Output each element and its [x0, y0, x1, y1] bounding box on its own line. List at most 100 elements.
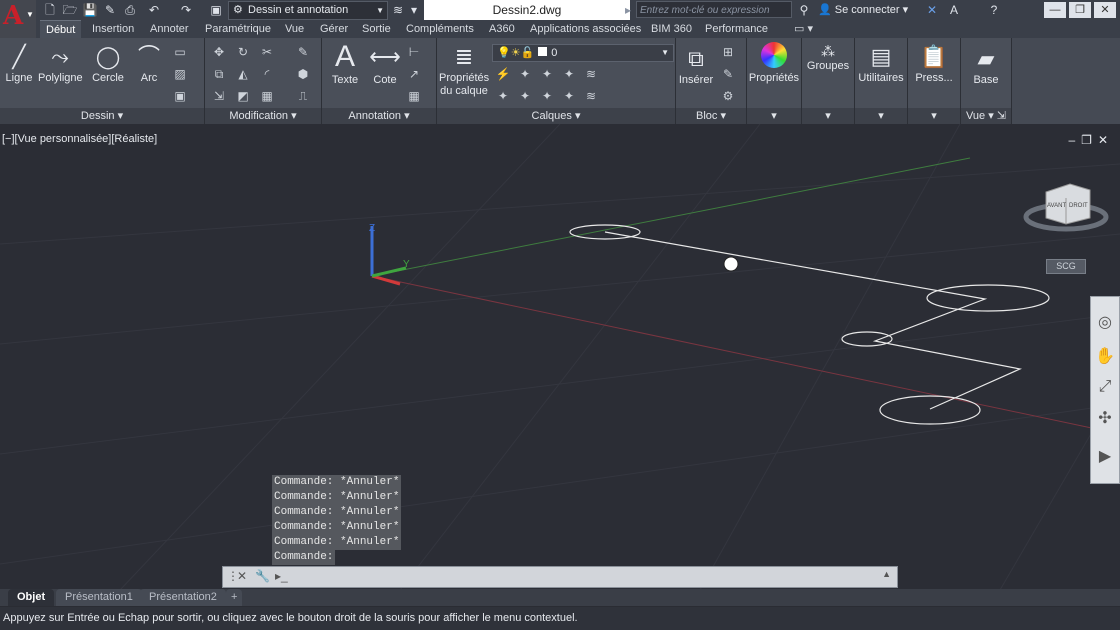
- layer-properties-tool[interactable]: ≣ Propriétés du calque: [439, 42, 489, 98]
- help-icon[interactable]: ?: [986, 2, 1002, 18]
- viewcube[interactable]: AVANT DROIT: [1023, 183, 1109, 232]
- linear-dim-icon[interactable]: ⊢: [406, 44, 422, 60]
- open-folder-icon[interactable]: 🗁: [62, 2, 78, 18]
- circle-tool[interactable]: ◯ Cercle: [90, 42, 126, 84]
- share-icon[interactable]: ▣: [208, 2, 224, 18]
- text-tool[interactable]: A Texte: [328, 40, 362, 86]
- customize-icon[interactable]: ▾: [406, 2, 422, 18]
- command-prompt-icon[interactable]: ▸_: [275, 569, 288, 583]
- minimize-icon[interactable]: –: [1068, 133, 1081, 147]
- polyline-tool[interactable]: ⤳ Polyligne: [38, 42, 83, 84]
- new-file-icon[interactable]: 🗋: [42, 2, 58, 18]
- tab-complements[interactable]: Compléments: [406, 20, 474, 38]
- wrench-icon[interactable]: 🔧: [255, 569, 270, 583]
- workspace-selector[interactable]: ⚙ Dessin et annotation ▼: [228, 1, 388, 20]
- panel-title-modification[interactable]: Modification ▾: [205, 108, 321, 124]
- tab-applications-associees[interactable]: Applications associées: [530, 20, 641, 38]
- layer-tool-icon[interactable]: ✦: [561, 88, 577, 104]
- explode-icon[interactable]: ⬢: [295, 66, 311, 82]
- layer-toolbar-icon[interactable]: ≋: [390, 2, 406, 18]
- utilities-tool[interactable]: ▤ Utilitaires: [855, 42, 907, 84]
- edit-block-icon[interactable]: ✎: [720, 66, 736, 82]
- panel-expand-groupes[interactable]: ▾: [802, 108, 854, 124]
- layer-tool-icon[interactable]: ≋: [583, 88, 599, 104]
- drawing-viewport[interactable]: Z Y AVANT DROIT: [0, 124, 1120, 590]
- panel-expand-proprietes[interactable]: ▾: [747, 108, 801, 124]
- tab-vue[interactable]: Vue: [285, 20, 304, 38]
- layer-tool-icon[interactable]: ✦: [495, 88, 511, 104]
- rectangle-icon[interactable]: ▭: [172, 44, 188, 60]
- groups-tool[interactable]: ⁂ Groupes: [802, 42, 854, 72]
- close-icon[interactable]: ✕: [1098, 133, 1114, 147]
- layer-tool-icon[interactable]: ✦: [539, 66, 555, 82]
- arc-tool[interactable]: ⌒ Arc: [134, 42, 164, 84]
- application-menu-button[interactable]: A ▼: [0, 0, 36, 38]
- search-input[interactable]: Entrez mot-clé ou expression: [636, 1, 792, 18]
- base-view-tool[interactable]: ▰ Base: [961, 44, 1011, 86]
- panel-expand-utilitaires[interactable]: ▾: [855, 108, 907, 124]
- insert-block-tool[interactable]: ⧉ Insérer: [678, 44, 714, 86]
- tab-parametrique[interactable]: Paramétrique: [205, 20, 271, 38]
- mirror-icon[interactable]: ◭: [235, 66, 251, 82]
- a360-icon[interactable]: A: [946, 2, 962, 18]
- line-tool[interactable]: ╱ Ligne: [4, 42, 34, 84]
- undo-icon[interactable]: ↶: [146, 2, 162, 18]
- tab-sortie[interactable]: Sortie: [362, 20, 391, 38]
- save-icon[interactable]: 💾: [82, 2, 98, 18]
- panel-title-vue[interactable]: Vue ▾ ⇲: [961, 108, 1011, 124]
- layer-tool-icon[interactable]: ✦: [561, 66, 577, 82]
- tab-debut[interactable]: Début: [40, 20, 82, 39]
- zoom-extents-icon[interactable]: ⤢: [1095, 377, 1115, 397]
- panel-title-bloc[interactable]: Bloc ▾: [676, 108, 746, 124]
- region-icon[interactable]: ▣: [172, 88, 188, 104]
- showmotion-icon[interactable]: ▶: [1095, 447, 1115, 467]
- redo-icon[interactable]: ↷: [178, 2, 194, 18]
- offset-icon[interactable]: ⎍: [295, 88, 311, 104]
- layer-tool-icon[interactable]: ≋: [583, 66, 599, 82]
- close-icon[interactable]: ✕: [1094, 2, 1116, 18]
- hatch-icon[interactable]: ▨: [172, 66, 188, 82]
- leader-icon[interactable]: ↗: [406, 66, 422, 82]
- tab-insertion[interactable]: Insertion: [92, 20, 134, 38]
- ucs-menu-button[interactable]: SCG: [1046, 259, 1086, 274]
- panel-title-calques[interactable]: Calques ▾: [437, 108, 675, 124]
- ribbon-options-icon[interactable]: ▭ ▾: [794, 20, 813, 38]
- panel-title-annotation[interactable]: Annotation ▾: [322, 108, 436, 124]
- tab-presentation1[interactable]: Présentation1: [56, 589, 142, 606]
- plot-icon[interactable]: ⎙: [122, 2, 138, 18]
- pan-icon[interactable]: ✋: [1095, 347, 1115, 367]
- array-icon[interactable]: ▦: [259, 88, 275, 104]
- dimension-tool[interactable]: ⟷ Cote: [368, 40, 402, 86]
- fillet-icon[interactable]: ◜: [259, 66, 275, 82]
- tab-a360[interactable]: A360: [489, 20, 515, 38]
- layer-dropdown[interactable]: 💡☀🔓 0 ▼: [492, 44, 674, 62]
- steering-wheel-icon[interactable]: ◎: [1095, 313, 1115, 333]
- tab-objet[interactable]: Objet: [8, 589, 55, 606]
- copy-icon[interactable]: ⧉: [211, 66, 227, 82]
- erase-icon[interactable]: ✎: [295, 44, 311, 60]
- layer-tool-icon[interactable]: ✦: [539, 88, 555, 104]
- tab-gerer[interactable]: Gérer: [320, 20, 348, 38]
- tab-presentation2[interactable]: Présentation2: [140, 589, 226, 606]
- layer-tool-icon[interactable]: ⚡: [495, 66, 511, 82]
- circle-2[interactable]: [926, 284, 1050, 312]
- orbit-icon[interactable]: ✣: [1095, 409, 1115, 429]
- circle-3[interactable]: [841, 331, 893, 347]
- create-block-icon[interactable]: ⊞: [720, 44, 736, 60]
- restore-icon[interactable]: ❐: [1069, 2, 1091, 18]
- restore-icon[interactable]: ❐: [1081, 133, 1098, 147]
- exchange-icon[interactable]: ✕: [924, 2, 940, 18]
- tab-bim360[interactable]: BIM 360: [651, 20, 692, 38]
- sign-in-button[interactable]: 👤 Se connecter ▾: [818, 0, 908, 20]
- move-icon[interactable]: ✥: [211, 44, 227, 60]
- stretch-icon[interactable]: ⇲: [211, 88, 227, 104]
- table-icon[interactable]: ▦: [406, 88, 422, 104]
- panel-title-dessin[interactable]: Dessin ▾: [0, 108, 204, 124]
- save-as-icon[interactable]: ✎: [102, 2, 118, 18]
- command-line[interactable]: ⋮ ✕ 🔧 ▸_ ▲: [222, 566, 898, 588]
- polyline-path[interactable]: [604, 231, 1022, 410]
- panel-expand-presse-papiers[interactable]: ▾: [908, 108, 960, 124]
- rotate-icon[interactable]: ↻: [235, 44, 251, 60]
- tab-annoter[interactable]: Annoter: [150, 20, 189, 38]
- layer-tool-icon[interactable]: ✦: [517, 66, 533, 82]
